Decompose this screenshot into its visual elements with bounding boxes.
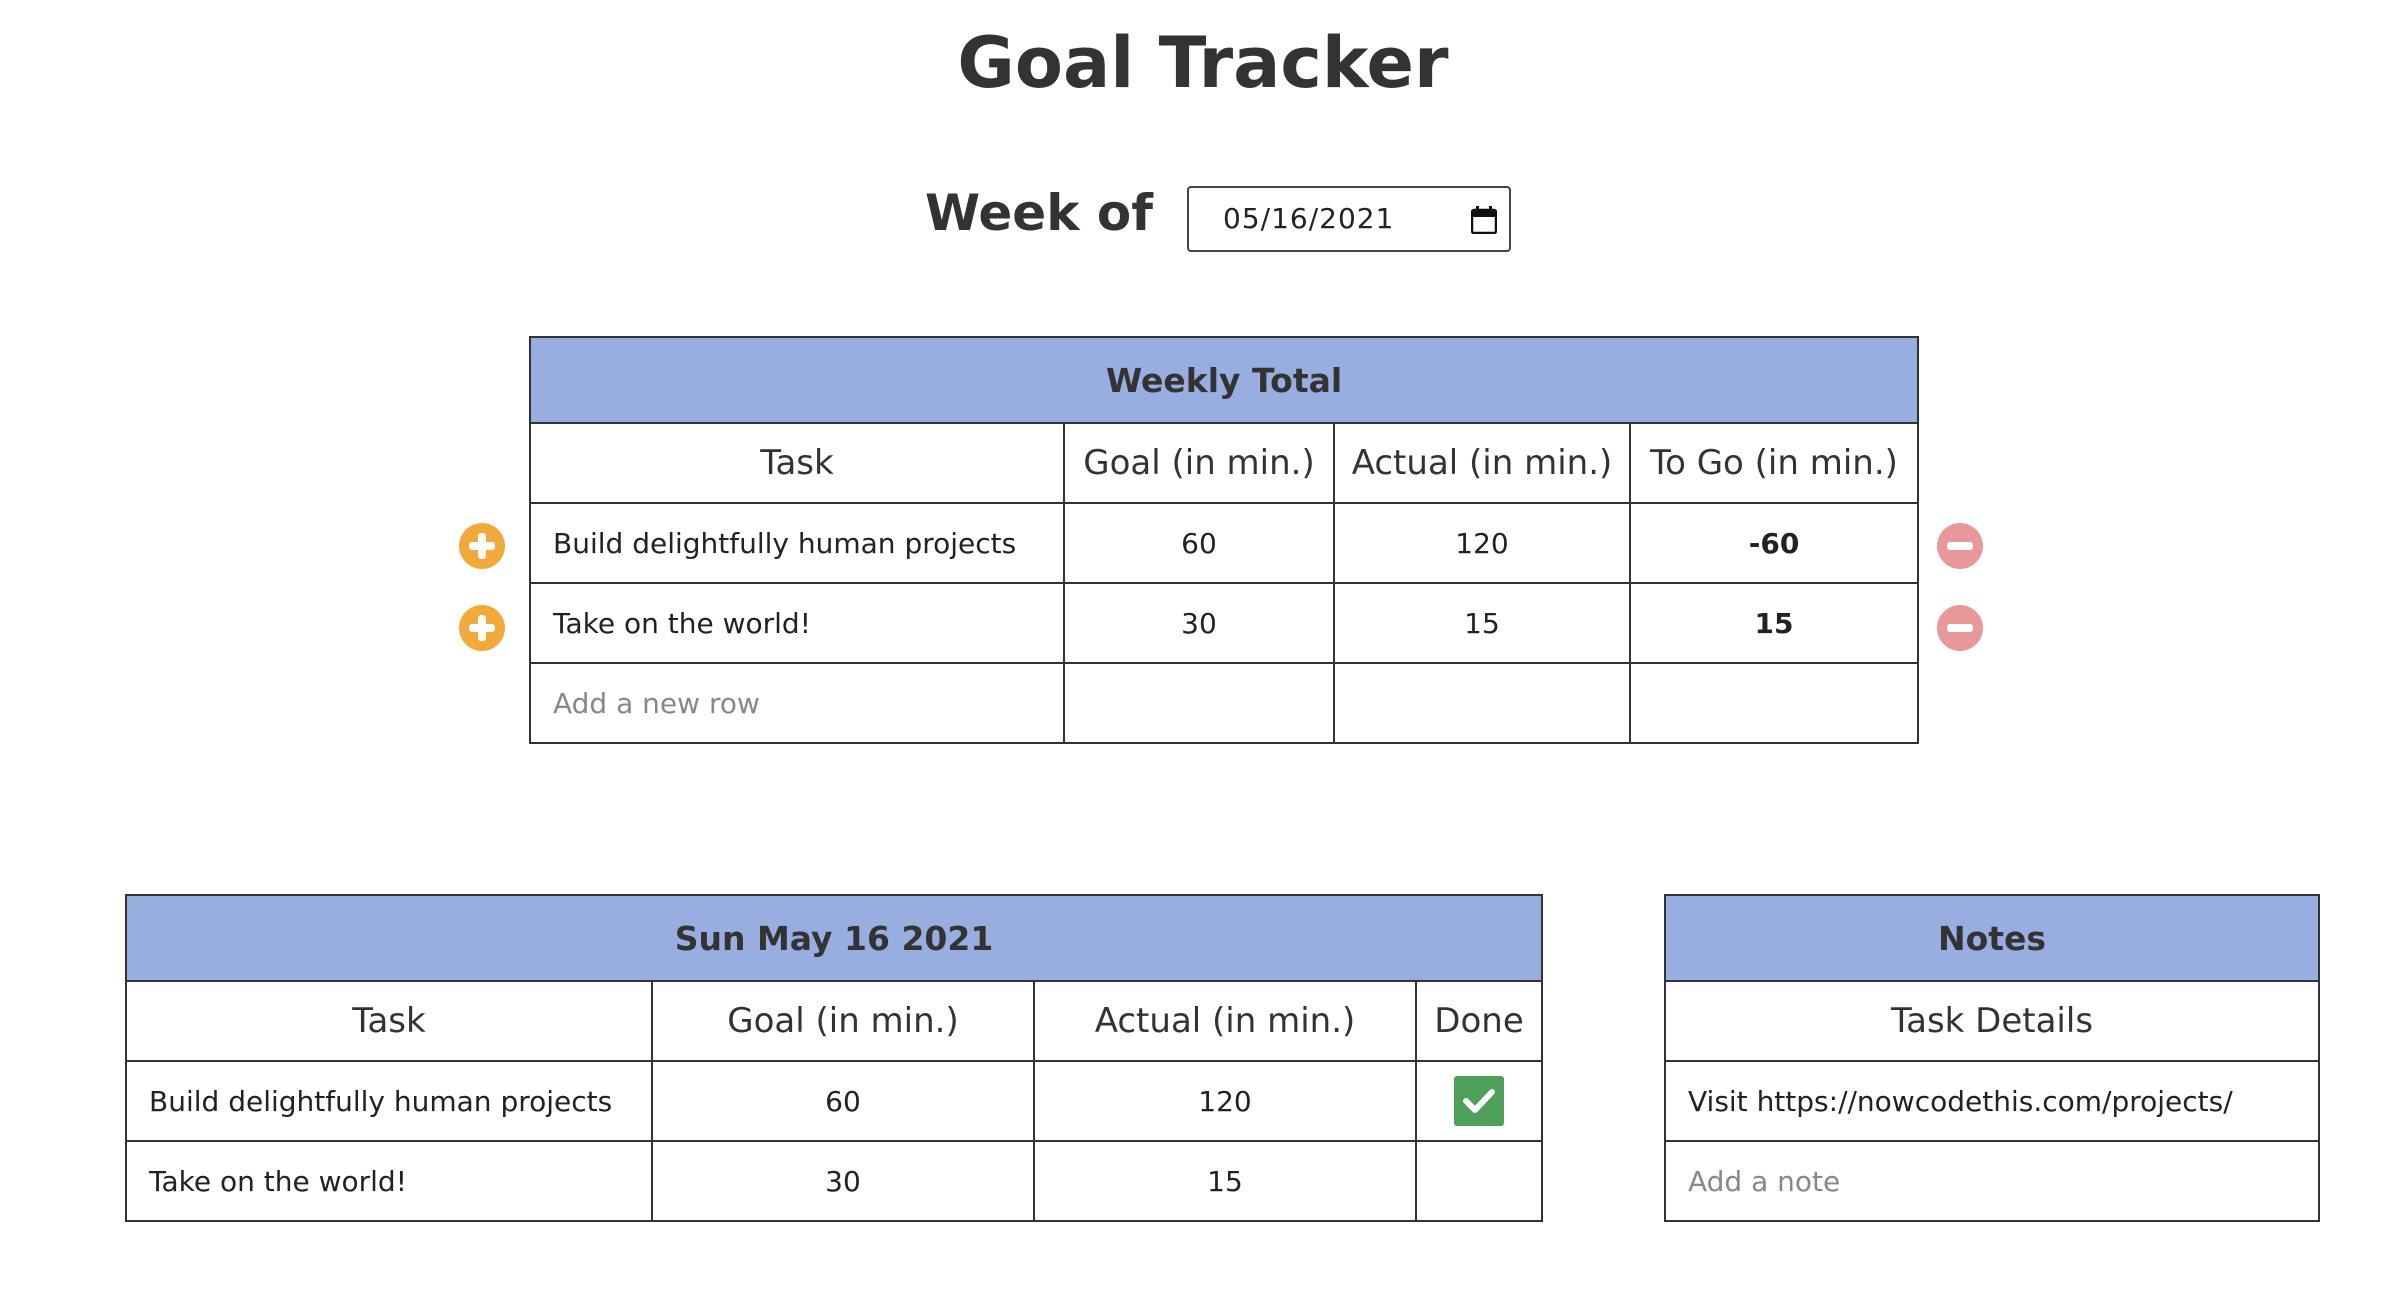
add-row: Add a new row: [529, 662, 1920, 744]
add-note-input[interactable]: Add a note: [1664, 1140, 2320, 1222]
notes-col-task-details: Task Details: [1664, 980, 2320, 1062]
daily-done-cell[interactable]: [1414, 1140, 1544, 1222]
week-label: Week of: [925, 184, 1153, 242]
plus-circle-icon[interactable]: [459, 605, 505, 651]
weekly-col-goal: Goal (in min.): [1063, 422, 1335, 504]
plus-circle-icon[interactable]: [459, 523, 505, 569]
daily-goal-cell: 30: [651, 1140, 1035, 1222]
weekly-col-task: Task: [529, 422, 1065, 504]
week-date-value: 05/16/2021: [1223, 202, 1395, 235]
weekly-to-go-cell: 15: [1628, 582, 1920, 664]
table-row: Take on the world! 30 15 15: [529, 582, 1920, 664]
daily-col-goal: Goal (in min.): [651, 980, 1035, 1062]
note-cell[interactable]: Visit https://nowcodethis.com/projects/: [1664, 1060, 2320, 1142]
weekly-task-cell[interactable]: Build delightfully human projects: [529, 502, 1065, 584]
weekly-actual-cell: 15: [1333, 582, 1631, 664]
notes-table: Notes Task Details Visit https://nowcode…: [1664, 894, 2320, 1222]
table-row: Take on the world! 30 15: [125, 1140, 1544, 1222]
daily-actual-cell[interactable]: 15: [1033, 1140, 1417, 1222]
daily-done-cell[interactable]: [1414, 1060, 1544, 1142]
page-title: Goal Tracker: [957, 22, 1449, 104]
daily-task-cell: Take on the world!: [125, 1140, 653, 1222]
add-note-row: Add a note: [1664, 1140, 2320, 1222]
daily-task-cell: Build delightfully human projects: [125, 1060, 653, 1142]
week-date-input[interactable]: 05/16/2021: [1187, 186, 1511, 252]
weekly-col-to-go: To Go (in min.): [1628, 422, 1920, 504]
daily-col-task: Task: [125, 980, 653, 1062]
daily-goal-cell: 60: [651, 1060, 1035, 1142]
daily-actual-cell[interactable]: 120: [1033, 1060, 1417, 1142]
weekly-goal-cell[interactable]: 30: [1063, 582, 1335, 664]
minus-circle-icon[interactable]: [1937, 523, 1983, 569]
table-row: Build delightfully human projects 60 120…: [529, 502, 1920, 584]
weekly-goal-cell[interactable]: 60: [1063, 502, 1335, 584]
table-row: Build delightfully human projects 60 120: [125, 1060, 1544, 1142]
weekly-col-actual: Actual (in min.): [1333, 422, 1631, 504]
minus-circle-icon[interactable]: [1937, 605, 1983, 651]
list-item: Visit https://nowcodethis.com/projects/: [1664, 1060, 2320, 1142]
weekly-total-table: Weekly Total Task Goal (in min.) Actual …: [528, 336, 1920, 744]
notes-title: Notes: [1664, 894, 2320, 982]
daily-col-done: Done: [1414, 980, 1544, 1062]
add-row-goal-cell[interactable]: [1063, 662, 1335, 744]
weekly-task-cell[interactable]: Take on the world!: [529, 582, 1065, 664]
daily-table: Sun May 16 2021 Task Goal (in min.) Actu…: [124, 894, 1544, 1222]
daily-table-title: Sun May 16 2021: [124, 894, 1544, 982]
add-new-row-input[interactable]: Add a new row: [529, 662, 1065, 744]
daily-col-actual: Actual (in min.): [1033, 980, 1417, 1062]
weekly-total-title: Weekly Total: [528, 336, 1920, 424]
add-row-to-go-cell: [1628, 662, 1920, 744]
calendar-icon[interactable]: [1471, 206, 1497, 234]
add-row-actual-cell: [1333, 662, 1631, 744]
weekly-actual-cell: 120: [1333, 502, 1631, 584]
checkmark-icon[interactable]: [1454, 1076, 1505, 1126]
weekly-to-go-cell: -60: [1628, 502, 1920, 584]
